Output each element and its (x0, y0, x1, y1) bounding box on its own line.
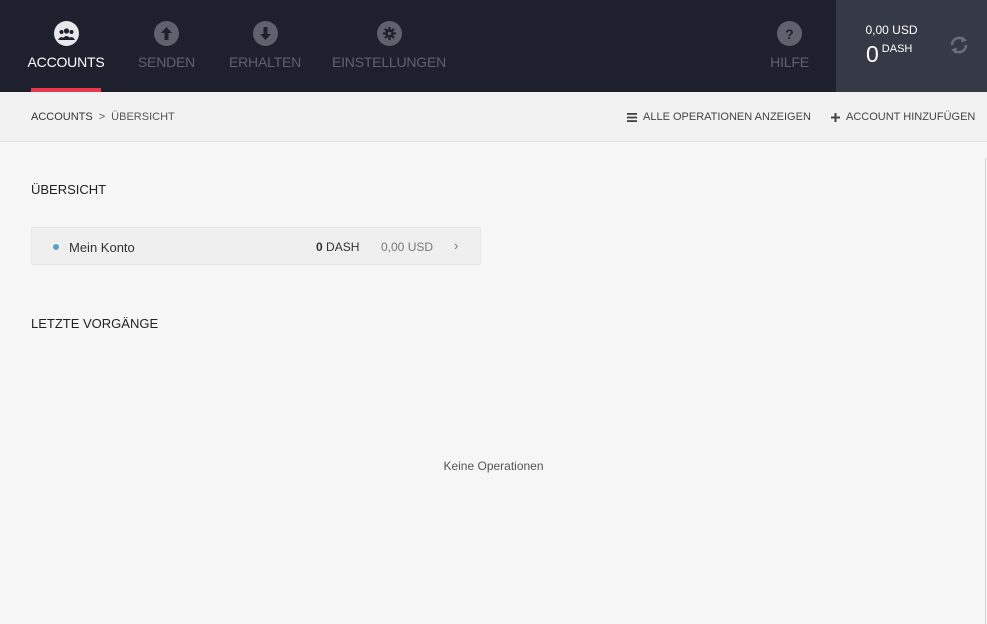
list-icon (627, 112, 637, 122)
account-balance: 0 DASH (316, 240, 359, 254)
nav-erhalten[interactable]: ERHALTEN (228, 0, 302, 92)
nav-label: ERHALTEN (228, 54, 302, 70)
account-name: Mein Konto (69, 240, 135, 255)
account-fiat: 0,00 USD (381, 240, 434, 254)
add-account-label: ACCOUNT HINZUFÜGEN (846, 111, 976, 123)
balance-unit: DASH (881, 43, 913, 55)
breadcrumb: ACCOUNTS > ÜBERSICHT (31, 111, 175, 123)
main-content (0, 142, 987, 624)
sub-header: ACCOUNTS > ÜBERSICHT ALLE OPERATIONEN AN… (0, 92, 987, 142)
nav-label: SENDEN (137, 54, 196, 70)
balance-fiat: 0,00 USD (865, 23, 918, 37)
arrow-down-icon (252, 21, 278, 46)
account-status-dot (53, 244, 59, 250)
breadcrumb-separator: > (98, 111, 106, 123)
nav-label: ACCOUNTS (27, 54, 105, 70)
breadcrumb-current: ÜBERSICHT (111, 111, 175, 123)
scrollbar-track[interactable] (985, 158, 986, 624)
all-operations-label: ALLE OPERATIONEN ANZEIGEN (643, 111, 811, 123)
chevron-right-icon: › (454, 238, 459, 253)
nav-hilfe[interactable]: ? HILFE (770, 0, 809, 92)
add-account-button[interactable]: ACCOUNT HINZUFÜGEN (831, 111, 975, 123)
nav-label: EINSTELLUNGEN (331, 54, 447, 70)
top-navigation-bar: ACCOUNTS SENDEN ERHALTEN EINSTELLUNGEN ?… (0, 0, 987, 92)
refresh-icon[interactable] (947, 33, 971, 57)
account-amount: 0 (316, 240, 323, 254)
overview-title: ÜBERSICHT (31, 182, 107, 197)
account-row[interactable]: Mein Konto 0 DASH 0,00 USD › (31, 227, 481, 265)
nav-accounts[interactable]: ACCOUNTS (28, 0, 105, 92)
gear-icon (376, 21, 402, 46)
question-icon: ? (777, 21, 802, 46)
nav-einstellungen[interactable]: EINSTELLUNGEN (332, 0, 446, 92)
nav-senden[interactable]: SENDEN (137, 0, 196, 92)
plus-icon (831, 112, 840, 122)
all-operations-button[interactable]: ALLE OPERATIONEN ANZEIGEN (627, 111, 811, 123)
balance-amount: 0 (866, 41, 879, 67)
account-unit: DASH (326, 240, 360, 254)
balance-crypto: 0 DASH (866, 40, 912, 68)
empty-state-text: Keine Operationen (443, 459, 544, 473)
recent-operations-title: LETZTE VORGÄNGE (31, 316, 159, 331)
users-icon (53, 21, 79, 46)
arrow-up-icon (154, 21, 179, 46)
breadcrumb-root[interactable]: ACCOUNTS (31, 111, 93, 123)
nav-label: HILFE (770, 54, 809, 70)
